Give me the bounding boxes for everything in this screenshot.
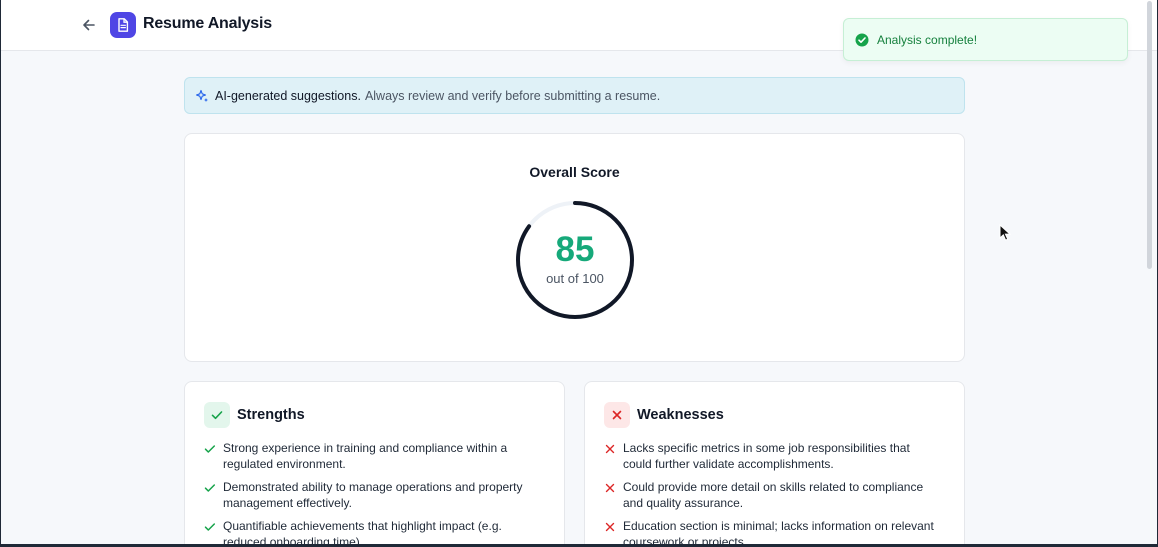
page-scrollbar[interactable]	[1146, 0, 1156, 544]
strengths-header: Strengths	[204, 402, 305, 428]
banner-text: Always review and verify before submitti…	[364, 88, 661, 103]
weakness-text: Could provide more detail on skills rela…	[623, 480, 924, 510]
sparkles-icon	[195, 89, 208, 102]
weaknesses-card: Weaknesses Lacks specific metrics in som…	[584, 381, 965, 547]
strengths-badge	[204, 402, 230, 428]
weaknesses-header: Weaknesses	[604, 402, 724, 428]
x-icon	[605, 483, 615, 493]
strength-item: Quantifiable achievements that highlight…	[204, 518, 534, 547]
weaknesses-badge	[604, 402, 630, 428]
banner-title: AI-generated suggestions.	[215, 88, 361, 103]
score-title: Overall Score	[529, 164, 620, 180]
check-icon	[204, 445, 216, 453]
strengths-card: Strengths Strong experience in training …	[184, 381, 565, 547]
arrow-left-icon	[83, 19, 95, 31]
scrollbar-thumb[interactable]	[1147, 1, 1152, 269]
success-toast: Analysis complete!	[843, 18, 1128, 61]
weakness-text: Lacks specific metrics in some job respo…	[623, 441, 910, 471]
x-icon	[612, 410, 622, 420]
app-logo	[110, 12, 136, 38]
check-icon	[211, 411, 223, 420]
strength-text: Demonstrated ability to manage operation…	[223, 480, 523, 510]
score-subtitle: out of 100	[546, 271, 604, 286]
weakness-text: Education section is minimal; lacks info…	[623, 519, 934, 547]
overall-score-card: Overall Score 85 out of 100	[184, 133, 965, 362]
weakness-item: Lacks specific metrics in some job respo…	[604, 440, 934, 472]
strength-text: Strong experience in training and compli…	[223, 441, 508, 471]
mouse-cursor-icon	[999, 224, 1011, 241]
toast-message: Analysis complete!	[877, 32, 978, 47]
page-title: Resume Analysis	[143, 15, 272, 32]
back-button[interactable]	[79, 15, 99, 35]
x-icon	[605, 444, 615, 454]
check-icon	[204, 523, 216, 531]
check-icon	[204, 484, 216, 492]
check-circle-icon	[855, 33, 869, 46]
weakness-item: Could provide more detail on skills rela…	[604, 479, 934, 511]
strength-item: Demonstrated ability to manage operation…	[204, 479, 534, 511]
x-icon	[605, 522, 615, 532]
weakness-item: Education section is minimal; lacks info…	[604, 518, 934, 547]
document-icon	[118, 18, 129, 32]
weaknesses-list: Lacks specific metrics in some job respo…	[604, 440, 934, 547]
strengths-list: Strong experience in training and compli…	[204, 440, 534, 547]
strength-text: Quantifiable achievements that highlight…	[223, 519, 502, 547]
ai-disclaimer-banner: AI-generated suggestions. Always review …	[184, 77, 965, 114]
weaknesses-title: Weaknesses	[637, 407, 724, 423]
score-value: 85	[555, 230, 595, 269]
strength-item: Strong experience in training and compli…	[204, 440, 534, 472]
strengths-title: Strengths	[237, 407, 305, 423]
